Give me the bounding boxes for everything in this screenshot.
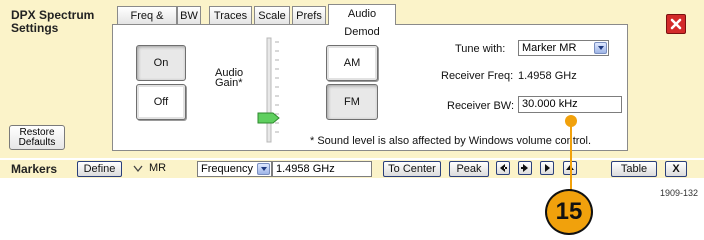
volume-note: * Sound level is also affected by Window…	[310, 135, 592, 147]
markers-bar: Markers Define MR Frequency 1.4958 GHz T…	[0, 160, 704, 178]
close-settings-button[interactable]	[666, 14, 686, 34]
receiver-freq-value: 1.4958 GHz	[518, 70, 577, 82]
audio-gain-slider[interactable]	[255, 36, 289, 146]
marker-next-right-button[interactable]	[540, 161, 554, 175]
am-button[interactable]: AM	[326, 45, 378, 81]
audio-on-button[interactable]: On	[136, 45, 186, 81]
callout-dot	[565, 115, 577, 127]
marker-frequency-input[interactable]: 1.4958 GHz	[272, 161, 372, 177]
receiver-bw-label: Receiver BW:	[447, 100, 515, 112]
settings-panel: DPX Spectrum Settings Freq & Span BW Tra…	[0, 0, 704, 158]
marker-left-button[interactable]	[496, 161, 510, 175]
tab-bw[interactable]: BW	[177, 6, 201, 24]
tab-audio-demod[interactable]: Audio Demod	[328, 4, 396, 38]
tune-with-label: Tune with:	[455, 43, 506, 55]
fm-button[interactable]: FM	[326, 84, 378, 120]
callout-line	[570, 121, 572, 193]
tune-with-select[interactable]: Marker MR	[518, 40, 609, 56]
tab-traces[interactable]: Traces	[209, 6, 252, 24]
figure-id: 1909-132	[659, 188, 698, 198]
chevron-down-icon[interactable]	[133, 165, 143, 173]
tab-prefs[interactable]: Prefs	[292, 6, 326, 24]
chevron-down-icon[interactable]	[594, 42, 607, 54]
define-button[interactable]: Define	[77, 161, 122, 177]
to-center-button[interactable]: To Center	[383, 161, 441, 177]
tune-with-value: Marker MR	[522, 42, 577, 54]
tab-freq-span[interactable]: Freq & Span	[117, 6, 177, 40]
table-button[interactable]: Table	[611, 161, 657, 177]
arrow-right-icon	[545, 164, 550, 172]
close-icon	[670, 18, 682, 30]
marker-selector[interactable]: MR	[149, 162, 166, 174]
callout-number: 15	[545, 189, 593, 235]
panel-title: DPX Spectrum Settings	[11, 8, 95, 35]
receiver-freq-label: Receiver Freq:	[441, 70, 514, 82]
peak-button[interactable]: Peak	[449, 161, 489, 177]
chevron-down-icon[interactable]	[257, 163, 270, 175]
audio-off-button[interactable]: Off	[136, 84, 186, 120]
receiver-bw-input[interactable]: 30.000 kHz	[518, 96, 622, 113]
arrow-left-icon	[500, 164, 507, 172]
markers-title: Markers	[11, 162, 58, 176]
tab-scale[interactable]: Scale	[254, 6, 290, 24]
restore-defaults-button[interactable]: Restore Defaults	[9, 125, 65, 150]
arrow-right-icon	[521, 164, 528, 172]
readout-select[interactable]: Frequency	[197, 161, 272, 177]
marker-right-button[interactable]	[518, 161, 532, 175]
markers-close-button[interactable]: X	[665, 161, 687, 177]
readout-select-value: Frequency	[201, 163, 253, 175]
